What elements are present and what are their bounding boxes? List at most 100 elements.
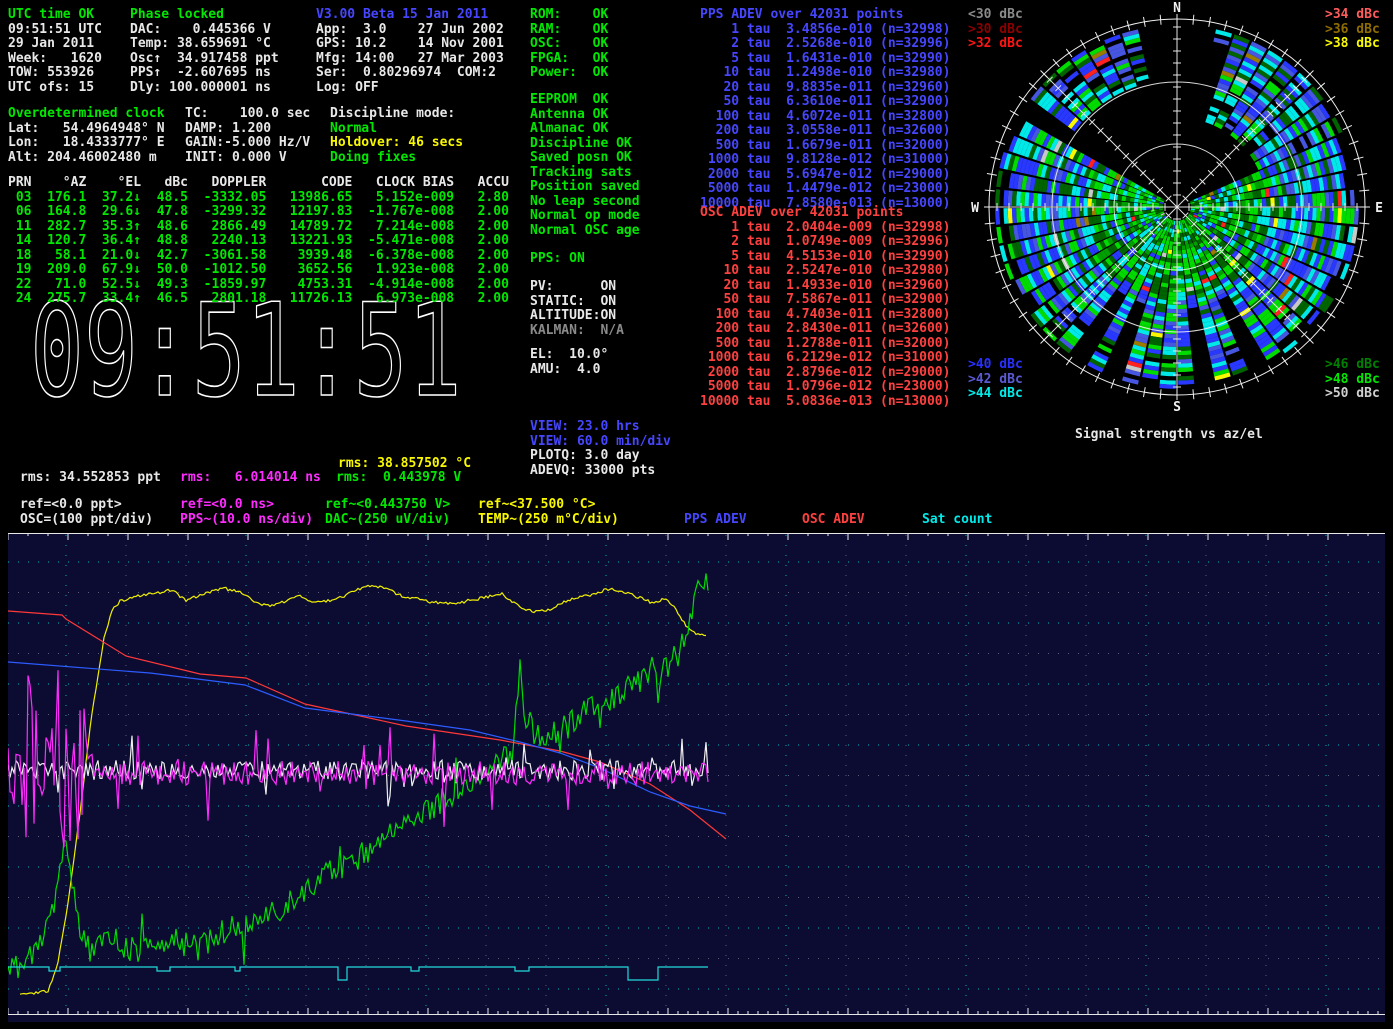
version-block-line-5: Log: OFF (316, 81, 379, 95)
pps-adev-list-row-11: 5000 tau 1.4479e-012 (n=23000) (700, 182, 950, 196)
phase-block-line-5: Dly: 100.000001 ns (130, 81, 271, 95)
mask-block-line-1: AMU: 4.0 (530, 363, 600, 377)
osc-adev-list-row-2: 5 tau 4.5153e-010 (n=32990) (700, 250, 950, 264)
rms-osc-line-0: rms: 34.552853 ppt (20, 471, 161, 485)
ref-dac-line-0: ref~<0.443750 V> (325, 498, 450, 512)
osc-adev-list-row-10: 2000 tau 2.8796e-012 (n=29000) (700, 366, 950, 380)
dbc-legend-ne-line-2: >38 dBc (1325, 37, 1380, 51)
sat-table-row-1: 06 164.8 29.6↓ 47.8 -3299.32 12197.83 -1… (8, 205, 509, 219)
utc-block-line-1: 09:51:51 UTC (8, 23, 102, 37)
version-block-line-1: App: 3.0 27 Jun 2002 (316, 23, 504, 37)
loop-block-line-1: DAMP: 1.200 (185, 122, 271, 136)
discipline-block-line-3: Doing fixes (330, 151, 416, 165)
loop-block-line-3: INIT: 0.000 V (185, 151, 287, 165)
label-pps-adev-line-0: PPS ADEV (684, 513, 747, 527)
discipline-block-line-0: Discipline mode: (330, 107, 455, 121)
loop-block-line-0: TC: 100.0 sec (185, 107, 310, 121)
polar-grid (984, 14, 1370, 400)
pps-adev-list-row-0: 1 tau 3.4856e-010 (n=32998) (700, 23, 950, 37)
hw-status-block-line-2: OSC: OK (530, 37, 608, 51)
osc-adev-list-row-11: 5000 tau 1.0796e-012 (n=23000) (700, 380, 950, 394)
sat-table-row-2: 11 282.7 35.3↑ 48.6 2866.49 14789.72 7.2… (8, 220, 509, 234)
recv-status-block-line-6: Position saved (530, 180, 640, 194)
dbc-legend-se-line-0: >46 dBc (1325, 358, 1380, 372)
view-block-line-3: ADEVQ: 33000 pts (530, 464, 655, 478)
recv-status-block-line-0: EEPROM OK (530, 93, 608, 107)
dbc-legend-sw-line-0: >40 dBc (968, 358, 1023, 372)
view-block-line-0: VIEW: 23.0 hrs (530, 420, 640, 434)
fix-flags-block-line-2: ALTITUDE:ON (530, 309, 616, 323)
sat-table-row-6: 22 71.0 52.5↓ 49.3 -1859.97 4753.31 -4.9… (8, 278, 509, 292)
view-block-line-1: VIEW: 60.0 min/div (530, 435, 671, 449)
recv-status-block-line-1: Antenna OK (530, 108, 608, 122)
dbc-legend-nw-line-0: <30 dBc (968, 8, 1023, 22)
svg-text:S: S (1173, 400, 1181, 415)
position-block-line-1: Lat: 54.4964948° N (8, 122, 165, 136)
sat-table-row-3: 14 120.7 36.4↑ 48.8 2240.13 13221.93 -5.… (8, 234, 509, 248)
osc-adev-list-row-6: 100 tau 4.7403e-011 (n=32800) (700, 308, 950, 322)
pps-adev-list-row-6: 100 tau 4.6072e-011 (n=32800) (700, 110, 950, 124)
rms-pps-line-0: rms: 6.014014 ns (180, 471, 321, 485)
utc-block-line-3: Week: 1620 (8, 52, 102, 66)
pps-adev-list-row-4: 20 tau 9.8835e-011 (n=32960) (700, 81, 950, 95)
dbc-legend-sw-line-2: >44 dBc (968, 387, 1023, 401)
phase-block-line-3: Osc↑ 34.917458 ppt (130, 52, 279, 66)
osc-adev-list-row-1: 2 tau 1.0749e-009 (n=32996) (700, 235, 950, 249)
ref-pps-line-1: PPS~(10.0 ns/div) (180, 513, 313, 527)
recv-status-block-line-7: No leap second (530, 195, 640, 209)
svg-text:N: N (1173, 1, 1181, 16)
dbc-legend-ne-line-0: >34 dBc (1325, 8, 1380, 22)
recv-status-block-line-4: Saved posn OK (530, 151, 632, 165)
utc-block-line-5: UTC ofs: 15 (8, 81, 94, 95)
ref-temp-line-0: ref~<37.500 °C> (478, 498, 595, 512)
hw-status-block-line-4: Power: OK (530, 66, 608, 80)
pps-adev-list-row-2: 5 tau 1.6431e-010 (n=32990) (700, 52, 950, 66)
version-block-line-0: V3.00 Beta 15 Jan 2011 (316, 8, 488, 22)
view-block-line-2: PLOTQ: 3.0 day (530, 449, 640, 463)
pps-adev-list-title: PPS ADEV over 42031 points (700, 8, 904, 22)
version-block-line-3: Mfg: 14:00 27 Mar 2003 (316, 52, 504, 66)
svg-text:E: E (1375, 201, 1383, 216)
sat-table-header: PRN °AZ °EL dBc DOPPLER CODE CLOCK BIAS … (8, 176, 509, 190)
ref-osc-line-1: OSC=(100 ppt/div) (20, 513, 153, 527)
osc-adev-list-title: OSC ADEV over 42031 points (700, 206, 904, 220)
phase-block-line-1: DAC: 0.445366 V (130, 23, 271, 37)
osc-adev-list-row-3: 10 tau 2.5247e-010 (n=32980) (700, 264, 950, 278)
ref-dac-line-1: DAC~(250 uV/div) (325, 513, 450, 527)
svg-text:W: W (971, 201, 979, 216)
dbc-legend-nw-line-2: >32 dBc (968, 37, 1023, 51)
ref-osc-line-0: ref=<0.0 ppt> (20, 498, 122, 512)
sat-table-row-0: 03 176.1 37.2↓ 48.5 -3332.05 13986.65 5.… (8, 191, 509, 205)
rms-dac-line-0: rms: 0.443978 V (336, 471, 461, 485)
discipline-block-line-1: Normal (330, 122, 377, 136)
pps-adev-list-row-3: 10 tau 1.2498e-010 (n=32980) (700, 66, 950, 80)
position-block-line-2: Lon: 18.4333777° E (8, 136, 165, 150)
label-osc-adev-line-0: OSC ADEV (802, 513, 865, 527)
osc-adev-list-row-7: 200 tau 2.8430e-011 (n=32600) (700, 322, 950, 336)
recv-status-block-line-3: Discipline OK (530, 137, 632, 151)
mask-block-line-0: EL: 10.0° (530, 348, 608, 362)
rms-temp-line-0: rms: 38.857502 °C (338, 457, 471, 471)
fix-flags-block-line-0: PV: ON (530, 280, 616, 294)
discipline-block-line-2: Holdover: 46 secs (330, 136, 463, 150)
osc-adev-list-row-9: 1000 tau 6.2129e-012 (n=31000) (700, 351, 950, 365)
pps-adev-list-row-7: 200 tau 3.0558e-011 (n=32600) (700, 124, 950, 138)
pps-adev-list-row-8: 500 tau 1.6679e-011 (n=32000) (700, 139, 950, 153)
osc-adev-list-row-5: 50 tau 7.5867e-011 (n=32900) (700, 293, 950, 307)
phase-block-line-4: PPS↑ -2.607695 ns (130, 66, 271, 80)
pps-adev-list-row-10: 2000 tau 5.6947e-012 (n=29000) (700, 168, 950, 182)
pps-adev-list-row-5: 50 tau 6.3610e-011 (n=32900) (700, 95, 950, 109)
version-block-line-4: Ser: 0.80296974 COM:2 (316, 66, 496, 80)
fix-flags-block-line-1: STATIC: ON (530, 295, 616, 309)
recv-status-block-line-8: Normal op mode (530, 209, 640, 223)
dbc-legend-se-line-2: >50 dBc (1325, 387, 1380, 401)
osc-adev-list-row-12: 10000 tau 5.0836e-013 (n=13000) (700, 395, 950, 409)
dbc-legend-sw-line-1: >42 dBc (968, 373, 1023, 387)
version-block-line-2: GPS: 10.2 14 Nov 2001 (316, 37, 504, 51)
hw-status-block-line-0: ROM: OK (530, 8, 608, 22)
position-block-line-3: Alt: 204.46002480 m (8, 151, 157, 165)
pps-adev-list-row-1: 2 tau 2.5268e-010 (n=32996) (700, 37, 950, 51)
phase-block-line-2: Temp: 38.659691 °C (130, 37, 271, 51)
history-plot[interactable] (8, 533, 1385, 1022)
osc-adev-list-row-4: 20 tau 1.4933e-010 (n=32960) (700, 279, 950, 293)
